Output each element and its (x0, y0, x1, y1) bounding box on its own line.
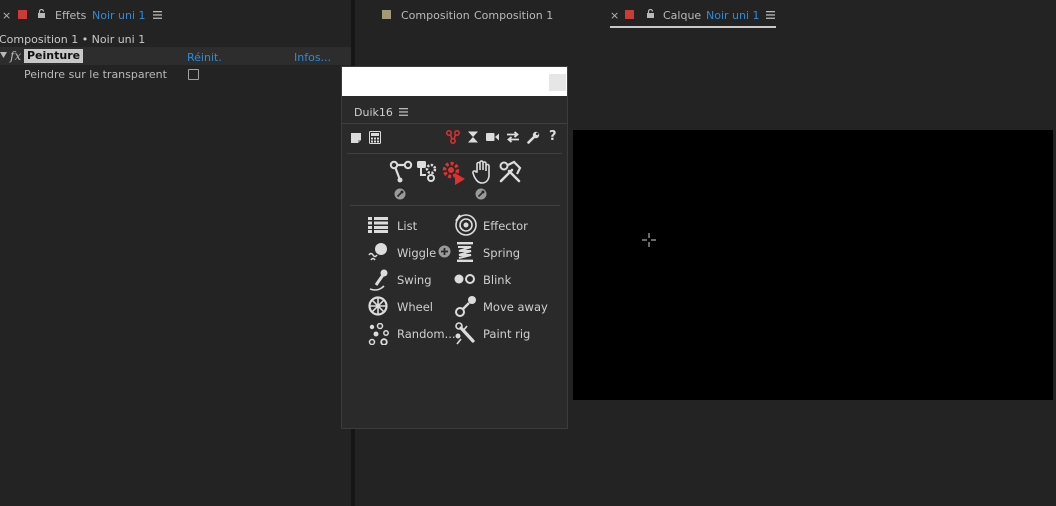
lock-icon[interactable] (646, 9, 655, 19)
wiggle-icon (368, 243, 387, 261)
rigging-icon[interactable] (446, 130, 460, 144)
wheel-icon (368, 296, 388, 316)
paint-rig-icon (455, 322, 475, 345)
spring-button[interactable]: Spring (454, 242, 562, 262)
layer-tab-color-swatch (625, 10, 634, 19)
wheel-button[interactable]: Wheel (368, 296, 458, 316)
effect-name[interactable]: Peinture (24, 49, 84, 63)
paint-transparent-checkbox[interactable] (188, 69, 199, 80)
paint-rig-label: Paint rig (483, 327, 531, 341)
expand-triangle-icon[interactable] (0, 52, 7, 59)
layer-viewer-canvas[interactable] (573, 130, 1053, 400)
move-away-button[interactable]: Move away (454, 296, 562, 317)
active-tab-indicator (610, 26, 776, 28)
random-icon (368, 323, 389, 345)
blink-label: Blink (483, 273, 512, 287)
help-icon[interactable]: ? (549, 129, 557, 144)
hand-icon[interactable] (471, 160, 493, 184)
separator (342, 123, 567, 124)
layer-tab-close-button[interactable]: × (610, 9, 619, 22)
effector-label: Effector (483, 219, 528, 233)
swing-icon (369, 269, 388, 291)
effector-icon (455, 214, 477, 236)
blink-icon (454, 274, 475, 284)
swing-button[interactable]: Swing (368, 269, 458, 291)
paint-rig-button[interactable]: Paint rig (454, 322, 562, 345)
duik-window: Duik16 ? List Wiggle Swing Wheel Random.… (341, 66, 568, 429)
blink-button[interactable]: Blink (454, 269, 562, 289)
settings-badge-icon[interactable] (475, 188, 487, 200)
paint-transparent-label: Peindre sur le transparent (24, 68, 167, 81)
wrench-icon[interactable] (527, 131, 540, 144)
camera-icon[interactable] (486, 132, 499, 142)
random-label: Random... (397, 327, 456, 341)
random-button[interactable]: Random... (368, 323, 458, 345)
duik-close-button[interactable] (549, 74, 566, 91)
settings-badge-icon[interactable] (394, 188, 406, 200)
crosshair-cursor-icon (642, 233, 656, 247)
effector-button[interactable]: Effector (454, 214, 562, 236)
spring-icon (457, 242, 473, 262)
move-away-icon (455, 296, 476, 317)
composition-tab-label[interactable]: Composition (401, 9, 470, 22)
add-icon[interactable] (438, 245, 451, 258)
breadcrumb: Composition 1 • Noir uni 1 (0, 33, 146, 46)
panel-menu-icon[interactable] (399, 108, 408, 116)
list-button[interactable]: List (368, 215, 458, 235)
fx-toggle[interactable]: fx (10, 49, 21, 63)
spring-label: Spring (483, 246, 521, 260)
effects-tab-layer-name[interactable]: Noir uni 1 (92, 9, 146, 22)
composition-tab-color-swatch (382, 10, 391, 19)
panel-menu-icon[interactable] (766, 11, 775, 19)
info-link[interactable]: Infos... (294, 51, 331, 64)
panel-menu-icon[interactable] (153, 11, 162, 19)
hourglass-icon[interactable] (467, 131, 479, 143)
effects-tab-title[interactable]: Effets (55, 9, 86, 22)
calculator-icon[interactable] (369, 131, 381, 144)
notes-icon[interactable] (350, 132, 362, 144)
layer-tab-layer-name[interactable]: Noir uni 1 (706, 9, 760, 22)
composition-tab-name[interactable]: Composition 1 (474, 9, 553, 22)
duik-titlebar[interactable] (342, 67, 567, 96)
animation-icon[interactable] (441, 160, 467, 186)
duik-title: Duik16 (354, 106, 393, 119)
separator (350, 205, 560, 206)
lock-icon[interactable] (37, 9, 46, 19)
automation-icon[interactable] (416, 160, 438, 184)
move-away-label: Move away (483, 300, 548, 314)
list-icon (368, 217, 388, 233)
tools-icon[interactable] (498, 160, 522, 184)
swap-arrows-icon[interactable] (506, 131, 520, 143)
separator (347, 153, 562, 154)
reset-link[interactable]: Réinit. (187, 51, 222, 64)
effects-tab-color-swatch (18, 10, 27, 19)
wiggle-label: Wiggle (397, 246, 437, 260)
effects-panel: × Effets Noir uni 1 Composition 1 • Noir… (0, 0, 351, 506)
layer-tab-label[interactable]: Calque (663, 9, 701, 22)
links-constraints-icon[interactable] (389, 160, 413, 184)
effects-tab-close-button[interactable]: × (2, 9, 11, 22)
list-label: List (397, 219, 418, 233)
swing-label: Swing (397, 273, 432, 287)
wheel-label: Wheel (397, 300, 434, 314)
